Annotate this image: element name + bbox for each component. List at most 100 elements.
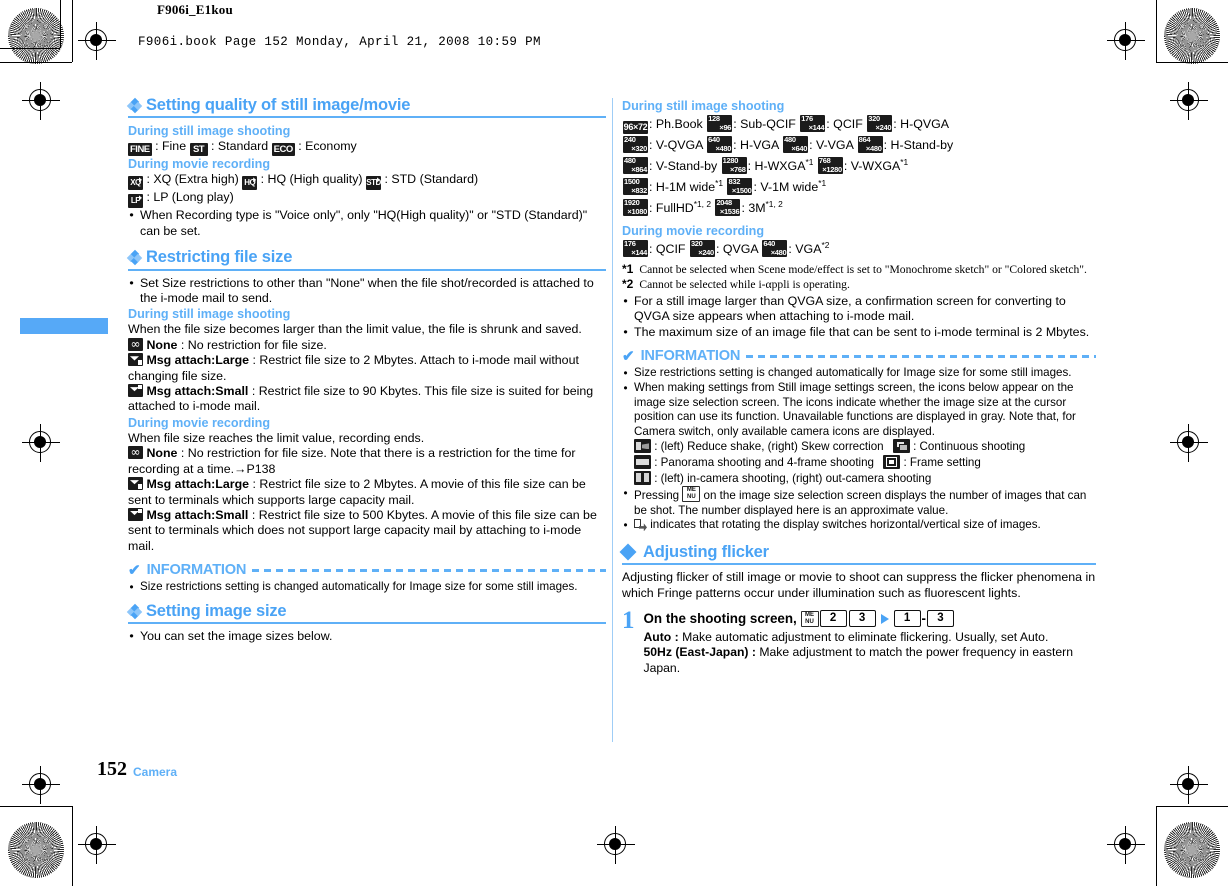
size-w: 864 bbox=[858, 135, 871, 144]
size-label-hqvga: : H-QVGA bbox=[893, 117, 949, 131]
step-options: Auto : Make automatic adjustment to elim… bbox=[644, 630, 1097, 676]
note-image-sizes: • You can set the image sizes below. bbox=[128, 629, 606, 644]
check-icon: ✔ bbox=[622, 348, 635, 366]
information-item-3: • Pressing on the image size selection s… bbox=[622, 486, 1096, 518]
icon-legend-row-3: : (left) in-camera shooting, (right) out… bbox=[622, 470, 1096, 487]
size-h: ×480 bbox=[715, 144, 732, 153]
movie-intro-text: When file size reaches the limit value, … bbox=[128, 430, 425, 445]
diamond-cluster-icon bbox=[126, 603, 143, 620]
icon-legend-row-2: : Panorama shooting and 4-frame shooting… bbox=[622, 455, 1096, 471]
size-w: 480 bbox=[624, 156, 636, 165]
left-column: Setting quality of still image/movie Dur… bbox=[126, 97, 606, 645]
crop-line-bottom bbox=[0, 806, 72, 807]
registration-mark-top-left bbox=[78, 22, 116, 60]
registration-mark-foot-right bbox=[597, 826, 635, 864]
xq-icon: XQ bbox=[128, 176, 143, 191]
section-title-text: Adjusting flicker bbox=[643, 542, 769, 561]
economy-label: : Economy bbox=[298, 139, 357, 154]
section-rule bbox=[128, 622, 606, 625]
subheading-movie-sizes: During movie recording bbox=[622, 224, 765, 238]
size-w: 128 bbox=[708, 114, 720, 123]
item-name: Msg attach:Small bbox=[146, 507, 249, 522]
bullet-dot: • bbox=[129, 275, 134, 290]
still-intro-text: When the file size becomes larger than t… bbox=[128, 322, 582, 337]
arrow-right-icon bbox=[880, 613, 889, 624]
information-item-4: • indicates that rotating the display sw… bbox=[622, 518, 1096, 533]
key-2[interactable]: 2 bbox=[819, 610, 847, 627]
option-auto: Auto : Make automatic adjustment to elim… bbox=[644, 630, 1097, 645]
lp-icon: LP bbox=[128, 194, 143, 209]
still-size-row-3: 480 ×864: V-Stand-by 1280 ×768: H-WXGA*1 7… bbox=[622, 156, 1096, 177]
information-text: Size restrictions setting is changed aut… bbox=[140, 579, 578, 593]
hq-label: : HQ (High quality) bbox=[260, 172, 363, 187]
information-text: indicates that rotating the display swit… bbox=[634, 518, 1096, 533]
size-w: 176 bbox=[801, 114, 813, 123]
movie-item-small: Msg attach:Small : Restrict file size to… bbox=[128, 507, 606, 554]
size-icon-1920x1080: 1920 ×1080 bbox=[623, 199, 648, 216]
bullet-dot: • bbox=[129, 580, 134, 594]
information-label: INFORMATION bbox=[640, 348, 741, 365]
size-label-vstandby: : V-Stand-by bbox=[649, 159, 718, 173]
item-name: None bbox=[146, 446, 178, 461]
information-list-right: • Size restrictions setting is changed a… bbox=[622, 366, 1096, 534]
registration-mark-foot-left bbox=[78, 826, 116, 864]
section-heading-setting-quality: Setting quality of still image/movie bbox=[126, 97, 606, 113]
size-label-3m: : 3M bbox=[741, 201, 766, 215]
step-title-text: On the shooting screen, bbox=[643, 610, 797, 626]
manual-page: F906i_E1kou F906i.book Page 152 Monday, … bbox=[0, 0, 1228, 886]
print-starburst-bottomright bbox=[1164, 822, 1220, 878]
book-name: F906i_E1kou bbox=[157, 2, 233, 17]
right-column: During still image shooting 96×72: Ph.Bo… bbox=[619, 98, 1097, 676]
key-1-after[interactable]: 1 bbox=[893, 610, 921, 627]
footnote-ref: *2 bbox=[821, 239, 830, 250]
size-icon-2048x1536: 2048 ×1536 bbox=[715, 198, 741, 216]
bullet-dot: • bbox=[129, 629, 134, 644]
no-restriction-icon bbox=[128, 446, 143, 460]
size-w: 1500 bbox=[624, 177, 640, 186]
size-icon-1280x768: 1280 ×768 bbox=[721, 157, 747, 174]
mail-attach-small-icon bbox=[128, 507, 143, 521]
lp-label: : LP (Long play) bbox=[146, 190, 234, 205]
information-banner-left: ✔ INFORMATION bbox=[128, 562, 606, 579]
size-w: 480 bbox=[784, 135, 796, 144]
size-h: ×480 bbox=[770, 248, 787, 257]
item-name: None bbox=[146, 337, 178, 352]
menu-key-icon bbox=[800, 610, 819, 627]
size-h: ×832 bbox=[631, 186, 647, 195]
size-label-movie-qcif: : QCIF bbox=[649, 242, 686, 256]
bullet-max-size: • The maximum size of an image file that… bbox=[622, 325, 1096, 340]
size-label-phbook: : Ph.Book bbox=[649, 117, 703, 131]
size-h: ×1536 bbox=[719, 207, 740, 216]
registration-mark-mid-right bbox=[1170, 82, 1208, 120]
print-info-line: F906i.book Page 152 Monday, April 21, 20… bbox=[138, 35, 541, 49]
size-icon-480x640: 480 ×640 bbox=[783, 135, 809, 153]
rotate-display-icon bbox=[634, 518, 647, 532]
key-3[interactable]: 3 bbox=[848, 610, 876, 627]
size-icon-240x320: 240 ×320 bbox=[623, 136, 648, 153]
size-w: 832 bbox=[728, 177, 741, 186]
mail-attach-small-icon bbox=[128, 384, 143, 398]
print-starburst-topleft bbox=[8, 8, 64, 64]
size-h: ×768 bbox=[729, 165, 746, 174]
information-banner-right: ✔ INFORMATION bbox=[622, 348, 1096, 366]
bullet-dot: • bbox=[623, 324, 628, 339]
print-starburst-topright bbox=[1164, 8, 1220, 64]
bullet-dot: • bbox=[623, 519, 628, 533]
size-w: 2048 bbox=[716, 198, 732, 207]
size-h: ×480 bbox=[865, 144, 882, 153]
step-number: 1 bbox=[622, 607, 635, 634]
crop-line-inner-left-h bbox=[0, 48, 60, 49]
item-name: Msg attach:Small bbox=[146, 384, 249, 399]
bullet-dot: • bbox=[623, 366, 628, 380]
size-label-vwxga: : V-WXGA bbox=[843, 159, 901, 173]
continuous-shooting-icon bbox=[892, 439, 910, 454]
procedure-step-1: 1 On the shooting screen, 2 3 1 - 3 Auto… bbox=[622, 607, 1097, 676]
std-label: : STD (Standard) bbox=[384, 172, 479, 187]
option-50hz: 50Hz (East-Japan) : Make adjustment to m… bbox=[644, 645, 1097, 676]
information-label: INFORMATION bbox=[146, 562, 247, 579]
quality-movie-line2: LP : LP (Long play) bbox=[128, 190, 606, 209]
chapter-thumb-tab bbox=[20, 318, 108, 334]
size-h: ×240 bbox=[698, 248, 714, 257]
standard-icon: ST bbox=[189, 143, 208, 157]
key-3-after[interactable]: 3 bbox=[926, 610, 954, 627]
